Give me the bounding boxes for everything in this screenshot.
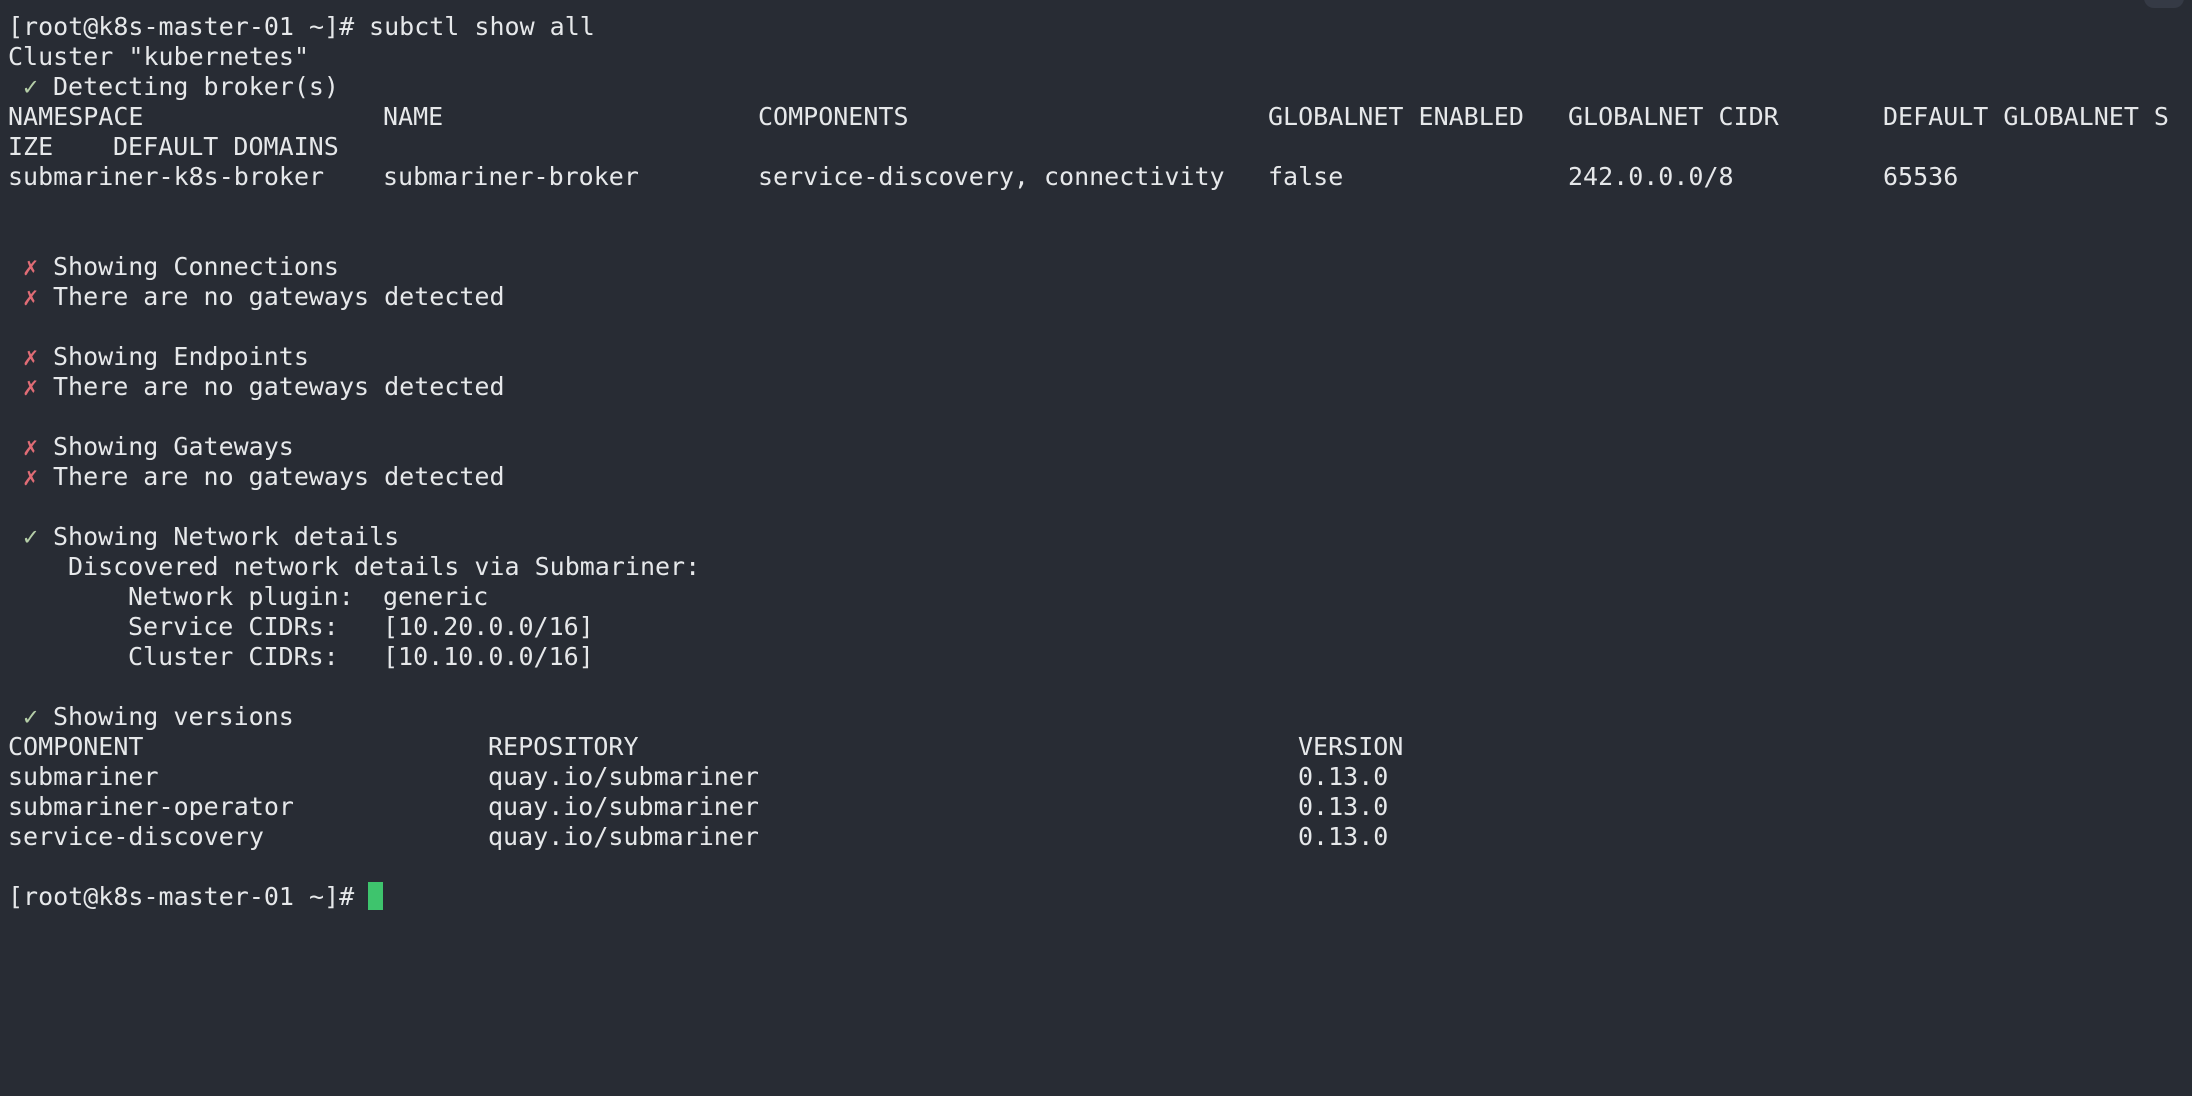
endpoints-status-line: ✗ Showing Endpoints — [0, 342, 2192, 372]
broker-globalnet-cidr: 242.0.0.0/8 — [1568, 162, 1734, 191]
network-status-line: ✓ Showing Network details — [0, 522, 2192, 552]
service-cidrs-line: Service CIDRs: [10.20.0.0/16] — [0, 612, 2192, 642]
connections-message-line: ✗ There are no gateways detected — [0, 282, 2192, 312]
broker-header-globalnet-enabled: GLOBALNET ENABLED — [1268, 102, 1524, 131]
version-component: submariner-operator — [8, 792, 294, 821]
check-icon: ✓ — [23, 72, 39, 101]
service-cidrs-value: [10.20.0.0/16] — [383, 612, 594, 641]
terminal-window[interactable]: [root@k8s-master-01 ~]# subctl show all … — [0, 0, 2192, 1096]
endpoints-message: There are no gateways detected — [53, 372, 505, 401]
network-discovered-line: Discovered network details via Submarine… — [0, 552, 2192, 582]
broker-header-default-globalnet-size: DEFAULT GLOBALNET S — [1883, 102, 2169, 131]
broker-name: submariner-broker — [383, 162, 639, 191]
service-cidrs-label: Service CIDRs: — [128, 612, 339, 641]
endpoints-message-line: ✗ There are no gateways detected — [0, 372, 2192, 402]
cluster-cidrs-value: [10.10.0.0/16] — [383, 642, 594, 671]
network-plugin-line: Network plugin: generic — [0, 582, 2192, 612]
command-line: [root@k8s-master-01 ~]# subctl show all — [0, 12, 2192, 42]
cross-icon: ✗ — [23, 282, 39, 311]
versions-status-line: ✓ Showing versions — [0, 702, 2192, 732]
cluster-cidrs-line: Cluster CIDRs: [10.10.0.0/16] — [0, 642, 2192, 672]
version-repository: quay.io/submariner — [488, 822, 759, 851]
network-plugin-label: Network plugin: — [128, 582, 354, 611]
broker-header-size-wrap: IZE — [8, 132, 54, 161]
version-component: submariner — [8, 762, 159, 791]
versions-header-repository: REPOSITORY — [488, 732, 639, 761]
gateways-title: Showing Gateways — [53, 432, 294, 461]
broker-header-namespace: NAMESPACE — [8, 102, 144, 131]
broker-globalnet-enabled: false — [1268, 162, 1344, 191]
cluster-name: Cluster "kubernetes" — [8, 42, 310, 71]
version-repository: quay.io/submariner — [488, 762, 759, 791]
gateways-message-line: ✗ There are no gateways detected — [0, 462, 2192, 492]
versions-header-version: VERSION — [1298, 732, 1404, 761]
table-row: submariner-operator quay.io/submariner 0… — [0, 792, 2192, 822]
broker-header-wrap: IZE DEFAULT DOMAINS — [0, 132, 2192, 162]
cross-icon: ✗ — [23, 372, 39, 401]
final-prompt-line[interactable]: [root@k8s-master-01 ~]# — [0, 882, 2192, 912]
broker-header-globalnet-cidr: GLOBALNET CIDR — [1568, 102, 1779, 131]
cluster-cidrs-label: Cluster CIDRs: — [128, 642, 339, 671]
broker-header-name: NAME — [383, 102, 444, 131]
cluster-line: Cluster "kubernetes" — [0, 42, 2192, 72]
broker-title: Detecting broker(s) — [53, 72, 339, 101]
version-repository: quay.io/submariner — [488, 792, 759, 821]
broker-namespace: submariner-k8s-broker — [8, 162, 325, 191]
broker-header-row: NAMESPACE NAME COMPONENTS GLOBALNET ENAB… — [0, 102, 2192, 132]
cross-icon: ✗ — [23, 462, 39, 491]
broker-row: submariner-k8s-broker submariner-broker … — [0, 162, 2192, 192]
version-number: 0.13.0 — [1298, 822, 1389, 851]
cross-icon: ✗ — [23, 432, 39, 461]
cross-icon: ✗ — [23, 252, 39, 281]
versions-title: Showing versions — [53, 702, 294, 731]
network-plugin-value: generic — [383, 582, 489, 611]
broker-status-line: ✓ Detecting broker(s) — [0, 72, 2192, 102]
cross-icon: ✗ — [23, 342, 39, 371]
shell-prompt: [root@k8s-master-01 ~]# — [8, 12, 355, 41]
shell-prompt: [root@k8s-master-01 ~]# — [8, 882, 355, 911]
versions-header-row: COMPONENT REPOSITORY VERSION — [0, 732, 2192, 762]
version-number: 0.13.0 — [1298, 762, 1389, 791]
check-icon: ✓ — [23, 702, 39, 731]
endpoints-title: Showing Endpoints — [53, 342, 309, 371]
window-control-badge[interactable] — [2144, 0, 2184, 8]
connections-message: There are no gateways detected — [53, 282, 505, 311]
connections-status-line: ✗ Showing Connections — [0, 252, 2192, 282]
versions-header-component: COMPONENT — [8, 732, 144, 761]
broker-header-default-domains: DEFAULT DOMAINS — [113, 132, 339, 161]
command-text: subctl show all — [354, 12, 595, 41]
broker-header-components: COMPONENTS — [758, 102, 909, 131]
version-component: service-discovery — [8, 822, 264, 851]
connections-title: Showing Connections — [53, 252, 339, 281]
version-number: 0.13.0 — [1298, 792, 1389, 821]
network-discovered: Discovered network details via Submarine… — [68, 552, 701, 581]
table-row: service-discovery quay.io/submariner 0.1… — [0, 822, 2192, 852]
broker-components: service-discovery, connectivity — [758, 162, 1225, 191]
gateways-message: There are no gateways detected — [53, 462, 505, 491]
check-icon: ✓ — [23, 522, 39, 551]
network-title: Showing Network details — [53, 522, 400, 551]
broker-globalnet-size: 65536 — [1883, 162, 1959, 191]
text-cursor[interactable] — [368, 882, 383, 910]
table-row: submariner quay.io/submariner 0.13.0 — [0, 762, 2192, 792]
gateways-status-line: ✗ Showing Gateways — [0, 432, 2192, 462]
